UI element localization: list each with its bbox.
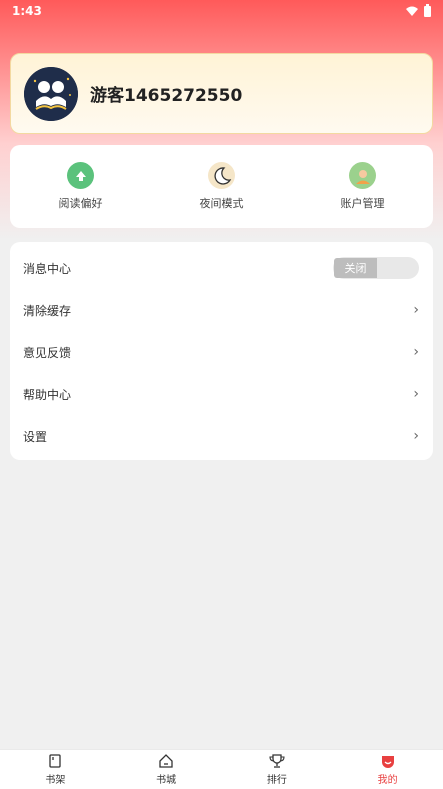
account-management-button[interactable]: 账户管理 [303, 162, 423, 211]
chevron-right-icon: › [413, 344, 419, 360]
clear-cache-label: 清除缓存 [23, 303, 72, 318]
message-center-label: 消息中心 [23, 261, 72, 276]
battery-icon [424, 3, 431, 17]
reading-avatar-icon [24, 66, 78, 121]
username: 游客1465272550 [90, 86, 243, 106]
bookshelf-icon [49, 754, 62, 768]
tab-bookshelf[interactable]: 书架 [15, 753, 95, 786]
tab-bookstore-label: 书城 [156, 775, 177, 786]
night-mode-button[interactable]: 夜间模式 [162, 162, 282, 211]
menu-item-feedback[interactable]: 意见反馈 › [10, 331, 433, 373]
account-management-label: 账户管理 [340, 197, 385, 210]
status-time: 1:43 [12, 4, 42, 18]
tab-bookstore[interactable]: 书城 [126, 753, 206, 786]
account-icon [349, 162, 376, 189]
reading-preference-label: 阅读偏好 [58, 197, 103, 210]
chevron-right-icon: › [413, 428, 419, 444]
wifi-icon [406, 6, 418, 16]
chevron-right-icon: › [413, 386, 419, 402]
upload-arrow-icon [67, 162, 94, 189]
status-bar: 1:43 [0, 0, 443, 22]
feedback-label: 意见反馈 [23, 345, 72, 360]
settings-label: 设置 [23, 429, 48, 444]
trophy-icon [269, 754, 285, 768]
menu-card: 消息中心 关闭 清除缓存 › 意见反馈 › 帮助中心 › 设置 › [10, 242, 433, 460]
moon-icon [208, 162, 235, 189]
toggle-state: 关闭 [334, 258, 377, 278]
quick-actions-card: 阅读偏好 夜间模式 账户管理 [10, 145, 433, 228]
tab-ranking-label: 排行 [266, 775, 287, 786]
menu-item-clear-cache[interactable]: 清除缓存 › [10, 289, 433, 331]
menu-item-message-center: 消息中心 关闭 [10, 247, 433, 289]
menu-item-settings[interactable]: 设置 › [10, 415, 433, 457]
help-center-label: 帮助中心 [23, 387, 72, 402]
night-mode-label: 夜间模式 [199, 197, 244, 210]
tab-ranking[interactable]: 排行 [237, 753, 317, 786]
profile-card[interactable]: 游客1465272550 [10, 53, 433, 134]
profile-icon [381, 756, 394, 768]
chevron-right-icon: › [413, 302, 419, 318]
reading-preference-button[interactable]: 阅读偏好 [21, 162, 141, 211]
tab-bookshelf-label: 书架 [45, 775, 66, 786]
tab-mine[interactable]: 我的 [348, 753, 428, 786]
menu-item-help-center[interactable]: 帮助中心 › [10, 373, 433, 415]
status-icons [406, 3, 431, 17]
avatar[interactable] [24, 66, 78, 121]
home-icon [159, 754, 173, 768]
tab-mine-label: 我的 [377, 775, 398, 786]
message-center-toggle[interactable]: 关闭 [333, 257, 419, 279]
bottom-tab-bar: 书架 书城 排行 我的 [0, 749, 443, 789]
